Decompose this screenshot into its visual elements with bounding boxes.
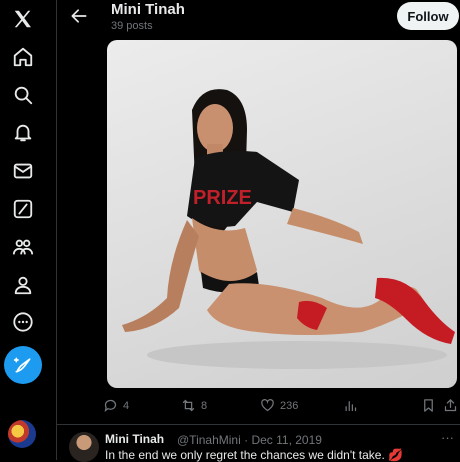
post-photo[interactable]: PRIZE — [107, 40, 457, 388]
search-icon[interactable] — [6, 78, 40, 112]
compose-post-icon — [13, 357, 31, 373]
bookmark-icon — [424, 399, 433, 412]
follow-button[interactable]: Follow — [397, 2, 459, 30]
notifications-icon[interactable] — [6, 116, 40, 150]
communities-icon[interactable] — [6, 230, 40, 264]
repost-icon — [182, 399, 195, 412]
share-action[interactable] — [443, 398, 458, 413]
messages-icon[interactable] — [6, 154, 40, 188]
like-count: 236 — [280, 399, 299, 412]
grok-icon[interactable] — [6, 192, 40, 226]
tweet-date[interactable]: · Dec 11, 2019 — [244, 433, 322, 447]
account-avatar[interactable] — [8, 420, 36, 448]
model-photo: PRIZE — [122, 89, 455, 369]
navigation-rail — [0, 0, 46, 460]
reply-icon — [104, 399, 117, 412]
compose-post-button[interactable] — [4, 346, 42, 384]
heart-icon — [261, 399, 274, 412]
divider — [57, 424, 460, 425]
tweet-handle[interactable]: @TinahMini — [177, 433, 241, 447]
back-arrow-icon[interactable] — [69, 6, 89, 26]
like-action[interactable]: 236 — [260, 398, 298, 413]
main-column: Mini Tinah 39 posts Follow PRIZE 4 8 236… — [56, 0, 460, 462]
tweet-author-avatar[interactable] — [69, 432, 99, 462]
shirt-text: PRIZE — [193, 187, 252, 209]
tweet-meta: @TinahMini · Dec 11, 2019 — [177, 433, 322, 447]
reply-action[interactable]: 4 — [103, 398, 129, 413]
more-icon[interactable] — [6, 305, 40, 339]
repost-action[interactable]: 8 — [181, 398, 207, 413]
share-icon — [444, 398, 457, 412]
reply-count: 4 — [123, 399, 130, 412]
profile-name: Mini Tinah — [111, 1, 185, 18]
post-count: 39 posts — [111, 20, 153, 32]
bookmark-action[interactable] — [421, 398, 436, 413]
x-logo-icon[interactable] — [6, 2, 40, 36]
tweet-author-name[interactable]: Mini Tinah — [105, 432, 164, 446]
profile-icon[interactable] — [6, 268, 40, 302]
home-icon[interactable] — [6, 40, 40, 74]
tweet-more-icon[interactable]: ··· — [441, 430, 454, 445]
repost-count: 8 — [201, 399, 208, 412]
views-action[interactable] — [343, 398, 358, 413]
profile-header: Mini Tinah 39 posts Follow — [57, 0, 460, 36]
post-actions: 4 8 236 — [103, 398, 457, 416]
analytics-icon — [345, 401, 357, 412]
